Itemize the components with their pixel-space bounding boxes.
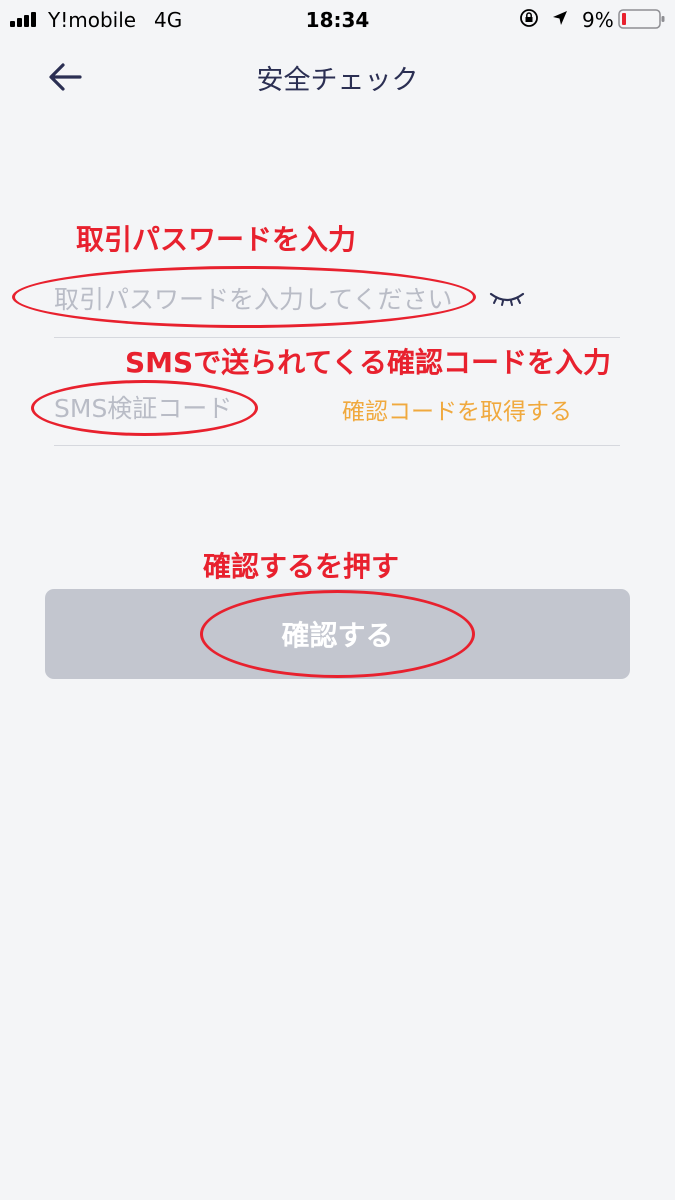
nav-bar: 安全チェック [0, 45, 675, 109]
password-divider [54, 337, 620, 338]
eye-closed-icon[interactable] [488, 288, 526, 308]
status-bar: Y!mobile 4G 18:34 9% [0, 0, 675, 40]
annotation-password: 取引パスワードを入力 [76, 223, 357, 256]
page-title: 安全チェック [256, 65, 419, 96]
annotation-sms: SMSで送られてくる確認コードを入力 [125, 346, 611, 379]
confirm-button[interactable]: 確認する [45, 589, 630, 679]
sms-code-input[interactable] [54, 387, 254, 429]
annotation-confirm: 確認するを押す [203, 550, 400, 583]
battery-low-icon [618, 9, 665, 29]
trade-password-input[interactable] [54, 278, 474, 320]
orientation-lock-icon [520, 9, 538, 27]
location-arrow-icon [553, 11, 567, 25]
status-time: 18:34 [305, 8, 370, 32]
battery-percent: 9% [582, 8, 614, 32]
sms-divider [54, 445, 620, 446]
get-code-button[interactable]: 確認コードを取得する [342, 392, 572, 426]
